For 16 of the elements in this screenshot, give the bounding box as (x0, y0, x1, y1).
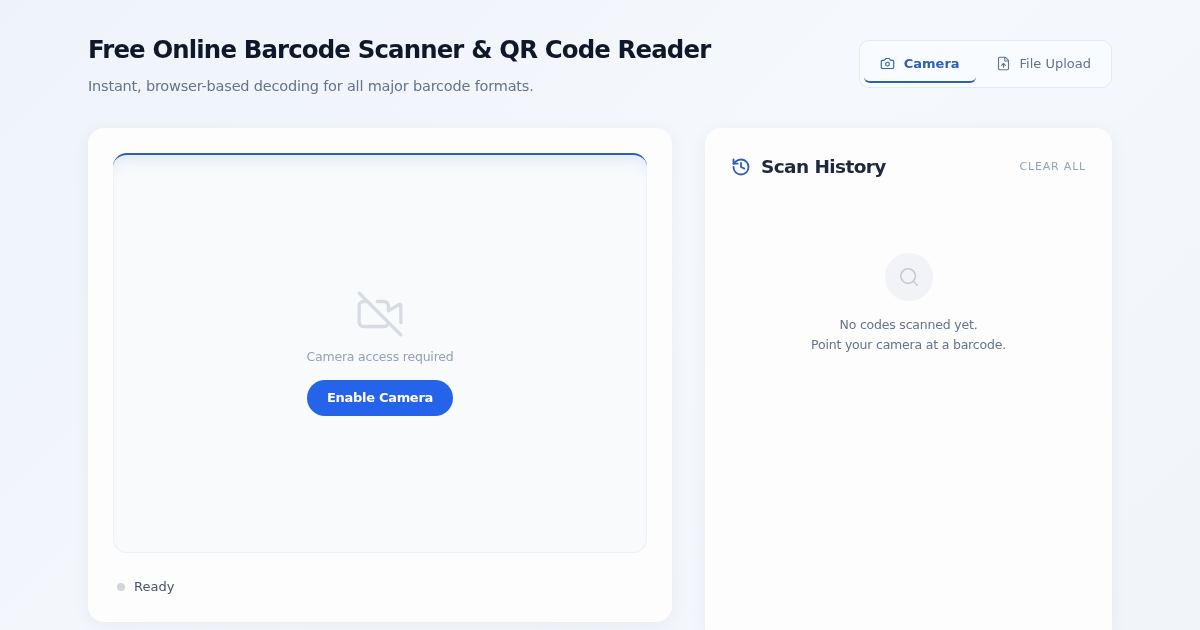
mode-tab[interactable]: File Upload (979, 45, 1107, 83)
enable-camera-button[interactable]: Enable Camera (307, 379, 453, 416)
page-title: Free Online Barcode Scanner & QR Code Reader (88, 34, 711, 66)
status-text: Ready (134, 579, 175, 594)
page-subtitle: Instant, browser-based decoding for all major barcode formats. (88, 77, 535, 96)
empty-history-text: No codes scanned yet. (839, 316, 978, 334)
clear-all-button[interactable]: CLEAR ALL (1019, 160, 1086, 173)
camera-message: Camera access required (306, 348, 454, 364)
history-title: Scan History (761, 156, 886, 177)
camera-icon (879, 55, 895, 71)
history-icon (731, 156, 751, 177)
empty-history-text: Point your camera at a barcode. (811, 336, 1006, 354)
mode-tab[interactable]: Camera (863, 45, 976, 83)
file-upload-icon (995, 55, 1011, 71)
camera-off-icon (355, 288, 405, 339)
search-icon (884, 253, 933, 301)
